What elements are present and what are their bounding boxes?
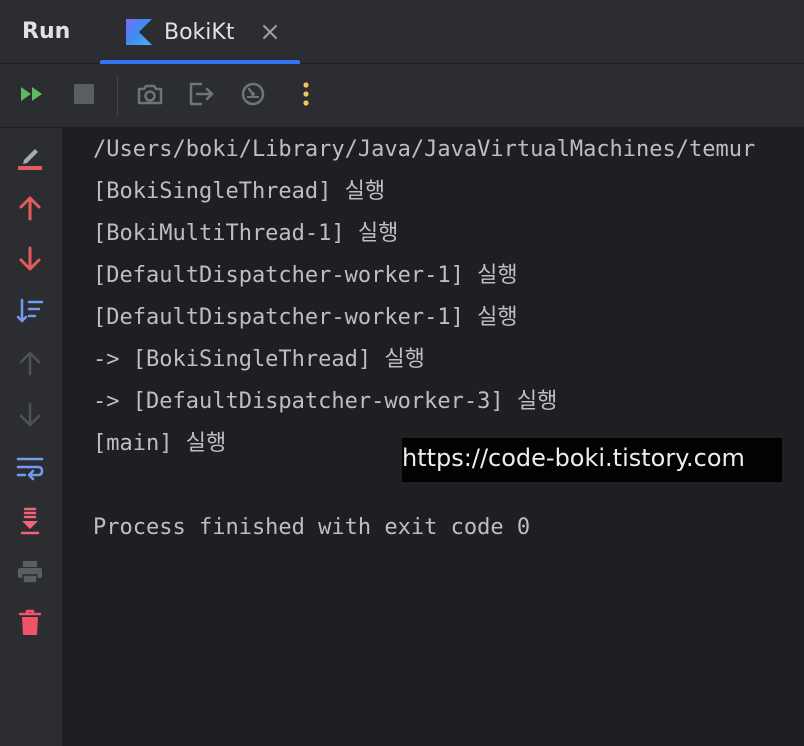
rerun-failed-button[interactable] (15, 144, 45, 174)
kebab-icon (302, 81, 310, 111)
console-line-exit-code: Process finished with exit code 0 (93, 515, 531, 540)
more-button[interactable] (291, 81, 321, 111)
console-line: -> [BokiSingleThread] 실행 (93, 347, 425, 372)
double-play-icon (19, 84, 45, 108)
print-button[interactable] (15, 559, 45, 589)
toolbar-separator (117, 76, 118, 116)
console-side-toolbar (0, 128, 62, 746)
exit-button[interactable] (186, 81, 216, 111)
console-line: -> [DefaultDispatcher-worker-3] 실행 (93, 389, 558, 414)
scroll-end-icon (18, 507, 42, 539)
soft-wrap-button[interactable] (15, 455, 45, 485)
printer-icon (16, 559, 44, 589)
camera-icon (136, 82, 164, 110)
previous-occurrence-button[interactable] (15, 350, 45, 380)
screenshot-button[interactable] (135, 81, 165, 111)
tab-bokikt[interactable]: BokiKt (100, 0, 300, 64)
arrow-down-icon (18, 402, 42, 432)
stop-icon (73, 83, 95, 109)
console-line: [BokiMultiThread-1] 실행 (93, 221, 399, 246)
next-occurrence-button[interactable] (15, 402, 45, 432)
console-line: [DefaultDispatcher-worker-1] 실행 (93, 305, 518, 330)
close-icon[interactable] (260, 22, 280, 42)
arrow-up-icon (18, 350, 42, 380)
tab-label: BokiKt (164, 20, 235, 45)
watermark: https://code-boki.tistory.com (402, 438, 782, 482)
gauge-icon (240, 81, 266, 111)
arrow-up-icon (18, 195, 42, 225)
up-stacktrace-button[interactable] (15, 195, 45, 225)
pencil-icon (16, 143, 44, 175)
run-toolbar (0, 64, 804, 128)
console-line: [BokiSingleThread] 실행 (93, 179, 386, 204)
rerun-button[interactable] (17, 81, 47, 111)
soft-wrap-icon (16, 455, 44, 485)
sort-icon (16, 298, 44, 328)
panel-title: Run (22, 19, 71, 44)
scroll-to-end-button[interactable] (15, 507, 45, 539)
profiler-button[interactable] (238, 81, 268, 111)
clear-all-button[interactable] (15, 609, 45, 641)
arrow-down-icon (18, 246, 42, 276)
trash-icon (18, 609, 42, 641)
kotlin-file-icon (126, 19, 152, 45)
exit-icon (187, 80, 215, 112)
console-line: [DefaultDispatcher-worker-1] 실행 (93, 263, 518, 288)
run-tool-window-header: Run BokiKt (0, 0, 804, 64)
sort-button[interactable] (15, 298, 45, 328)
console-line-java-path: /Users/boki/Library/Java/JavaVirtualMach… (93, 137, 756, 162)
down-stacktrace-button[interactable] (15, 246, 45, 276)
console-line: [main] 실행 (93, 431, 227, 456)
watermark-text: https://code-boki.tistory.com (402, 444, 745, 472)
console-output[interactable]: /Users/boki/Library/Java/JavaVirtualMach… (62, 128, 804, 746)
stop-button[interactable] (69, 81, 99, 111)
